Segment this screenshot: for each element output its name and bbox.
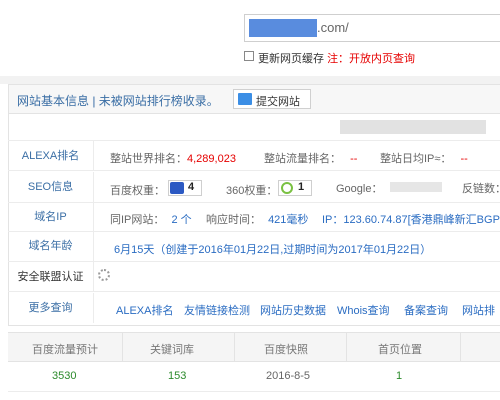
r360-icon bbox=[281, 182, 293, 194]
daily-ip-value: -- bbox=[460, 153, 468, 165]
row-label-alexa: ALEXA排名 bbox=[8, 141, 94, 171]
r360-weight-value: 1 bbox=[298, 181, 305, 193]
stats-table-header: 百度流量预计 关键词库 百度快照 首页位置 bbox=[8, 332, 500, 363]
stats-table-row: 3530 153 2016-8-5 1 bbox=[8, 362, 500, 392]
cache-option-label: 更新网页缓存 bbox=[258, 53, 324, 65]
value-baidu-snapshot: 2016-8-5 bbox=[266, 370, 311, 382]
same-ip-value[interactable]: 2 个 bbox=[171, 214, 191, 226]
link-icp[interactable]: 备案查询 bbox=[404, 302, 448, 318]
baidu-weight-value: 4 bbox=[188, 181, 195, 193]
header-baidu-traffic: 百度流量预计 bbox=[32, 344, 98, 356]
cache-option: 更新网页缓存 注：开放内页查询 bbox=[258, 50, 415, 66]
link-history[interactable]: 网站历史数据 bbox=[260, 302, 326, 318]
response-value: 421毫秒 bbox=[268, 214, 309, 226]
baidu-weight-label: 百度权重： bbox=[110, 185, 165, 197]
url-input[interactable]: .com/ bbox=[244, 14, 500, 42]
row-label-age: 域名年龄 bbox=[8, 231, 94, 261]
info-title-bar: 网站基本信息 | 未被网站排行榜收录。 提交网站 bbox=[8, 84, 500, 114]
daily-ip-label: 整站日均IP≈： bbox=[380, 153, 452, 165]
response-label: 响应时间： bbox=[206, 214, 261, 226]
r360-weight-label: 360权重： bbox=[226, 185, 278, 197]
row-label-more: 更多查询 bbox=[8, 293, 94, 323]
submit-site-button[interactable]: 提交网站 bbox=[233, 89, 311, 109]
column-divider bbox=[346, 333, 347, 363]
value-baidu-traffic: 3530 bbox=[52, 370, 77, 382]
traffic-rank-label: 整站流量排名： bbox=[264, 153, 341, 165]
column-divider bbox=[460, 333, 461, 363]
loading-spinner-icon bbox=[98, 269, 110, 281]
response-time: 响应时间： 421毫秒 bbox=[206, 211, 308, 227]
traffic-rank-value: -- bbox=[350, 153, 358, 165]
cache-option-note: 注：开放内页查询 bbox=[327, 53, 416, 65]
url-input-value: .com/ bbox=[317, 20, 349, 35]
value-keywords[interactable]: 153 bbox=[168, 370, 186, 382]
same-ip-sites: 同IP网站： 2 个 bbox=[110, 211, 192, 227]
alexa-daily-ip: 整站日均IP≈： -- bbox=[380, 150, 468, 166]
redacted-block bbox=[340, 120, 486, 134]
chart-icon bbox=[238, 93, 252, 105]
info-title: 网站基本信息 | 未被网站排行榜收录。 bbox=[17, 94, 219, 108]
cache-checkbox[interactable] bbox=[244, 51, 254, 61]
column-divider bbox=[122, 333, 123, 363]
link-alexa[interactable]: ALEXA排名 bbox=[116, 302, 173, 318]
baidu-paw-icon bbox=[170, 182, 184, 194]
column-divider bbox=[234, 333, 235, 363]
link-whois[interactable]: Whois查询 bbox=[337, 302, 390, 318]
google-label: Google： bbox=[336, 183, 383, 195]
header-baidu-snapshot: 百度快照 bbox=[264, 344, 308, 356]
value-home-position: 1 bbox=[396, 370, 403, 382]
world-rank-value: 4,289,023 bbox=[187, 153, 236, 165]
section-divider bbox=[0, 76, 500, 84]
ip-address[interactable]: IP：123.60.74.87[香港鼎峰新汇BGP机房 bbox=[322, 211, 500, 227]
redacted-url-part bbox=[249, 19, 317, 37]
backlinks-label: 反链数： bbox=[462, 183, 500, 195]
baidu-weight-badge[interactable]: 4 bbox=[168, 180, 202, 196]
link-friend-links[interactable]: 友情链接检测 bbox=[184, 302, 250, 318]
alexa-world-rank: 整站世界排名：4,289,023 bbox=[110, 150, 236, 166]
domain-age-value: 6月15天（创建于2016年01月22日,过期时间为2017年01月22日） bbox=[114, 244, 432, 256]
header-keywords: 关键词库 bbox=[150, 344, 194, 356]
world-rank-label: 整站世界排名： bbox=[110, 153, 187, 165]
link-more[interactable]: 网站排 bbox=[462, 302, 495, 318]
row-label-security: 安全联盟认证 bbox=[8, 262, 94, 292]
row-label-ip: 域名IP bbox=[8, 202, 94, 232]
r360-weight-badge[interactable]: 1 bbox=[278, 180, 312, 196]
row-label-seo: SEO信息 bbox=[8, 172, 94, 202]
same-ip-label: 同IP网站： bbox=[110, 214, 165, 226]
submit-site-label: 提交网站 bbox=[256, 96, 300, 108]
alexa-traffic-rank: 整站流量排名： -- bbox=[264, 150, 357, 166]
google-value-redacted bbox=[390, 182, 442, 192]
header-home-position: 首页位置 bbox=[378, 344, 422, 356]
